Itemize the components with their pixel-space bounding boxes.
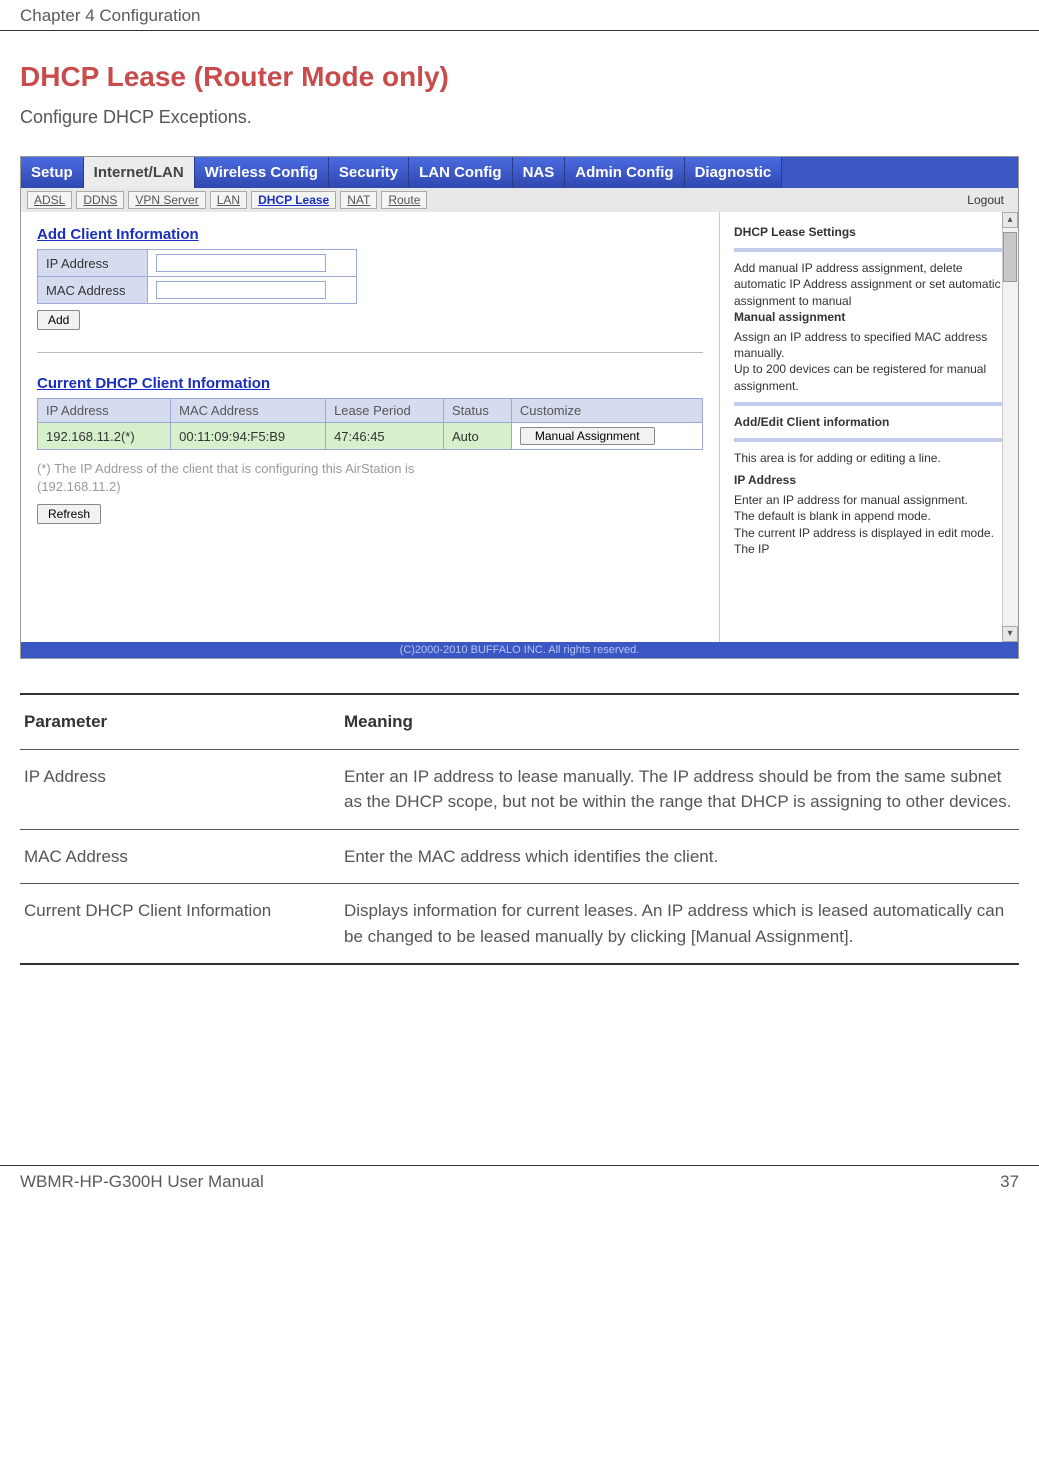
cell-lease: 47:46:45 [326, 423, 444, 450]
page-footer: WBMR-HP-G300H User Manual 37 [0, 1165, 1039, 1198]
help-text-2: Assign an IP address to specified MAC ad… [734, 329, 1004, 361]
page-header: Chapter 4 Configuration [0, 0, 1039, 31]
help-title: DHCP Lease Settings [734, 224, 1004, 240]
sub-tab-bar: ADSL DDNS VPN Server LAN DHCP Lease NAT … [21, 188, 1018, 212]
param-head-parameter: Parameter [24, 709, 344, 735]
page-subtitle: Configure DHCP Exceptions. [20, 107, 1019, 128]
tab-nas[interactable]: NAS [513, 157, 566, 188]
note-line2: (192.168.11.2) [37, 479, 121, 494]
separator [37, 352, 703, 353]
ip-address-input[interactable] [156, 254, 326, 272]
tab-lan-config[interactable]: LAN Config [409, 157, 512, 188]
help-bold-1: Manual assignment [734, 309, 1004, 325]
subtab-dhcp-lease[interactable]: DHCP Lease [251, 191, 336, 209]
mac-address-input[interactable] [156, 281, 326, 299]
subtab-nat[interactable]: NAT [340, 191, 377, 209]
col-ip: IP Address [38, 399, 171, 423]
mac-label: MAC Address [38, 277, 148, 304]
help-subtitle-2: Add/Edit Client information [734, 414, 1004, 430]
note-line1: (*) The IP Address of the client that is… [37, 461, 414, 476]
add-client-form: IP Address MAC Address [37, 249, 357, 304]
help-divider [734, 438, 1004, 442]
param-meaning: Displays information for current leases.… [344, 898, 1015, 949]
tab-wireless-config[interactable]: Wireless Config [195, 157, 329, 188]
col-status: Status [444, 399, 512, 423]
param-row-mac: MAC Address Enter the MAC address which … [20, 830, 1019, 885]
copyright-bar: (C)2000-2010 BUFFALO INC. All rights res… [21, 642, 1018, 658]
cell-ip: 192.168.11.2(*) [38, 423, 171, 450]
subtab-vpn-server[interactable]: VPN Server [128, 191, 205, 209]
cell-mac: 00:11:09:94:F5:B9 [171, 423, 326, 450]
param-name: IP Address [24, 764, 344, 815]
param-meaning: Enter the MAC address which identifies t… [344, 844, 1015, 870]
scroll-down-icon[interactable]: ▾ [1002, 626, 1018, 642]
chapter-label: Chapter 4 Configuration [20, 6, 201, 26]
manual-name: WBMR-HP-G300H User Manual [20, 1172, 264, 1192]
tab-setup[interactable]: Setup [21, 157, 84, 188]
current-dhcp-heading: Current DHCP Client Information [37, 375, 703, 392]
page-title: DHCP Lease (Router Mode only) [20, 61, 1019, 93]
ip-label: IP Address [38, 250, 148, 277]
scroll-up-icon[interactable]: ▴ [1002, 212, 1018, 228]
scrollbar-track[interactable] [1002, 228, 1018, 626]
tab-internet-lan[interactable]: Internet/LAN [84, 157, 195, 188]
help-panel: ▴ ▾ DHCP Lease Settings Add manual IP ad… [720, 212, 1018, 642]
refresh-button[interactable]: Refresh [37, 504, 101, 524]
param-name: Current DHCP Client Information [24, 898, 344, 949]
help-text-4: This area is for adding or editing a lin… [734, 450, 1004, 466]
param-row-current: Current DHCP Client Information Displays… [20, 884, 1019, 965]
dhcp-client-table: IP Address MAC Address Lease Period Stat… [37, 398, 703, 450]
col-mac: MAC Address [171, 399, 326, 423]
table-row: 192.168.11.2(*) 00:11:09:94:F5:B9 47:46:… [38, 423, 703, 450]
help-subtitle-3: IP Address [734, 472, 1004, 488]
help-divider [734, 248, 1004, 252]
param-meaning: Enter an IP address to lease manually. T… [344, 764, 1015, 815]
main-tab-bar: Setup Internet/LAN Wireless Config Secur… [21, 157, 1018, 188]
tab-admin-config[interactable]: Admin Config [565, 157, 684, 188]
subtab-route[interactable]: Route [381, 191, 427, 209]
router-ui-screenshot: Setup Internet/LAN Wireless Config Secur… [20, 156, 1019, 659]
page-number: 37 [1000, 1172, 1019, 1192]
main-panel: Add Client Information IP Address MAC Ad… [21, 212, 720, 642]
param-name: MAC Address [24, 844, 344, 870]
param-header-row: Parameter Meaning [20, 695, 1019, 750]
client-note: (*) The IP Address of the client that is… [37, 460, 703, 496]
subtab-lan[interactable]: LAN [210, 191, 247, 209]
tab-security[interactable]: Security [329, 157, 409, 188]
subtab-adsl[interactable]: ADSL [27, 191, 72, 209]
help-text-1: Add manual IP address assignment, delete… [734, 260, 1004, 309]
col-customize: Customize [511, 399, 702, 423]
help-text-5: Enter an IP address for manual assignmen… [734, 492, 1004, 508]
logout-link[interactable]: Logout [967, 193, 1012, 207]
cell-status: Auto [444, 423, 512, 450]
add-button[interactable]: Add [37, 310, 80, 330]
tab-diagnostic[interactable]: Diagnostic [685, 157, 783, 188]
subtab-ddns[interactable]: DDNS [76, 191, 124, 209]
col-lease: Lease Period [326, 399, 444, 423]
help-text-7: The current IP address is displayed in e… [734, 525, 1004, 557]
scrollbar-thumb[interactable] [1003, 232, 1017, 282]
help-text-3: Up to 200 devices can be registered for … [734, 361, 1004, 393]
help-divider [734, 402, 1004, 406]
manual-assignment-button[interactable]: Manual Assignment [520, 427, 655, 445]
param-row-ip: IP Address Enter an IP address to lease … [20, 750, 1019, 830]
param-head-meaning: Meaning [344, 709, 1015, 735]
add-client-heading: Add Client Information [37, 226, 703, 243]
help-text-6: The default is blank in append mode. [734, 508, 1004, 524]
